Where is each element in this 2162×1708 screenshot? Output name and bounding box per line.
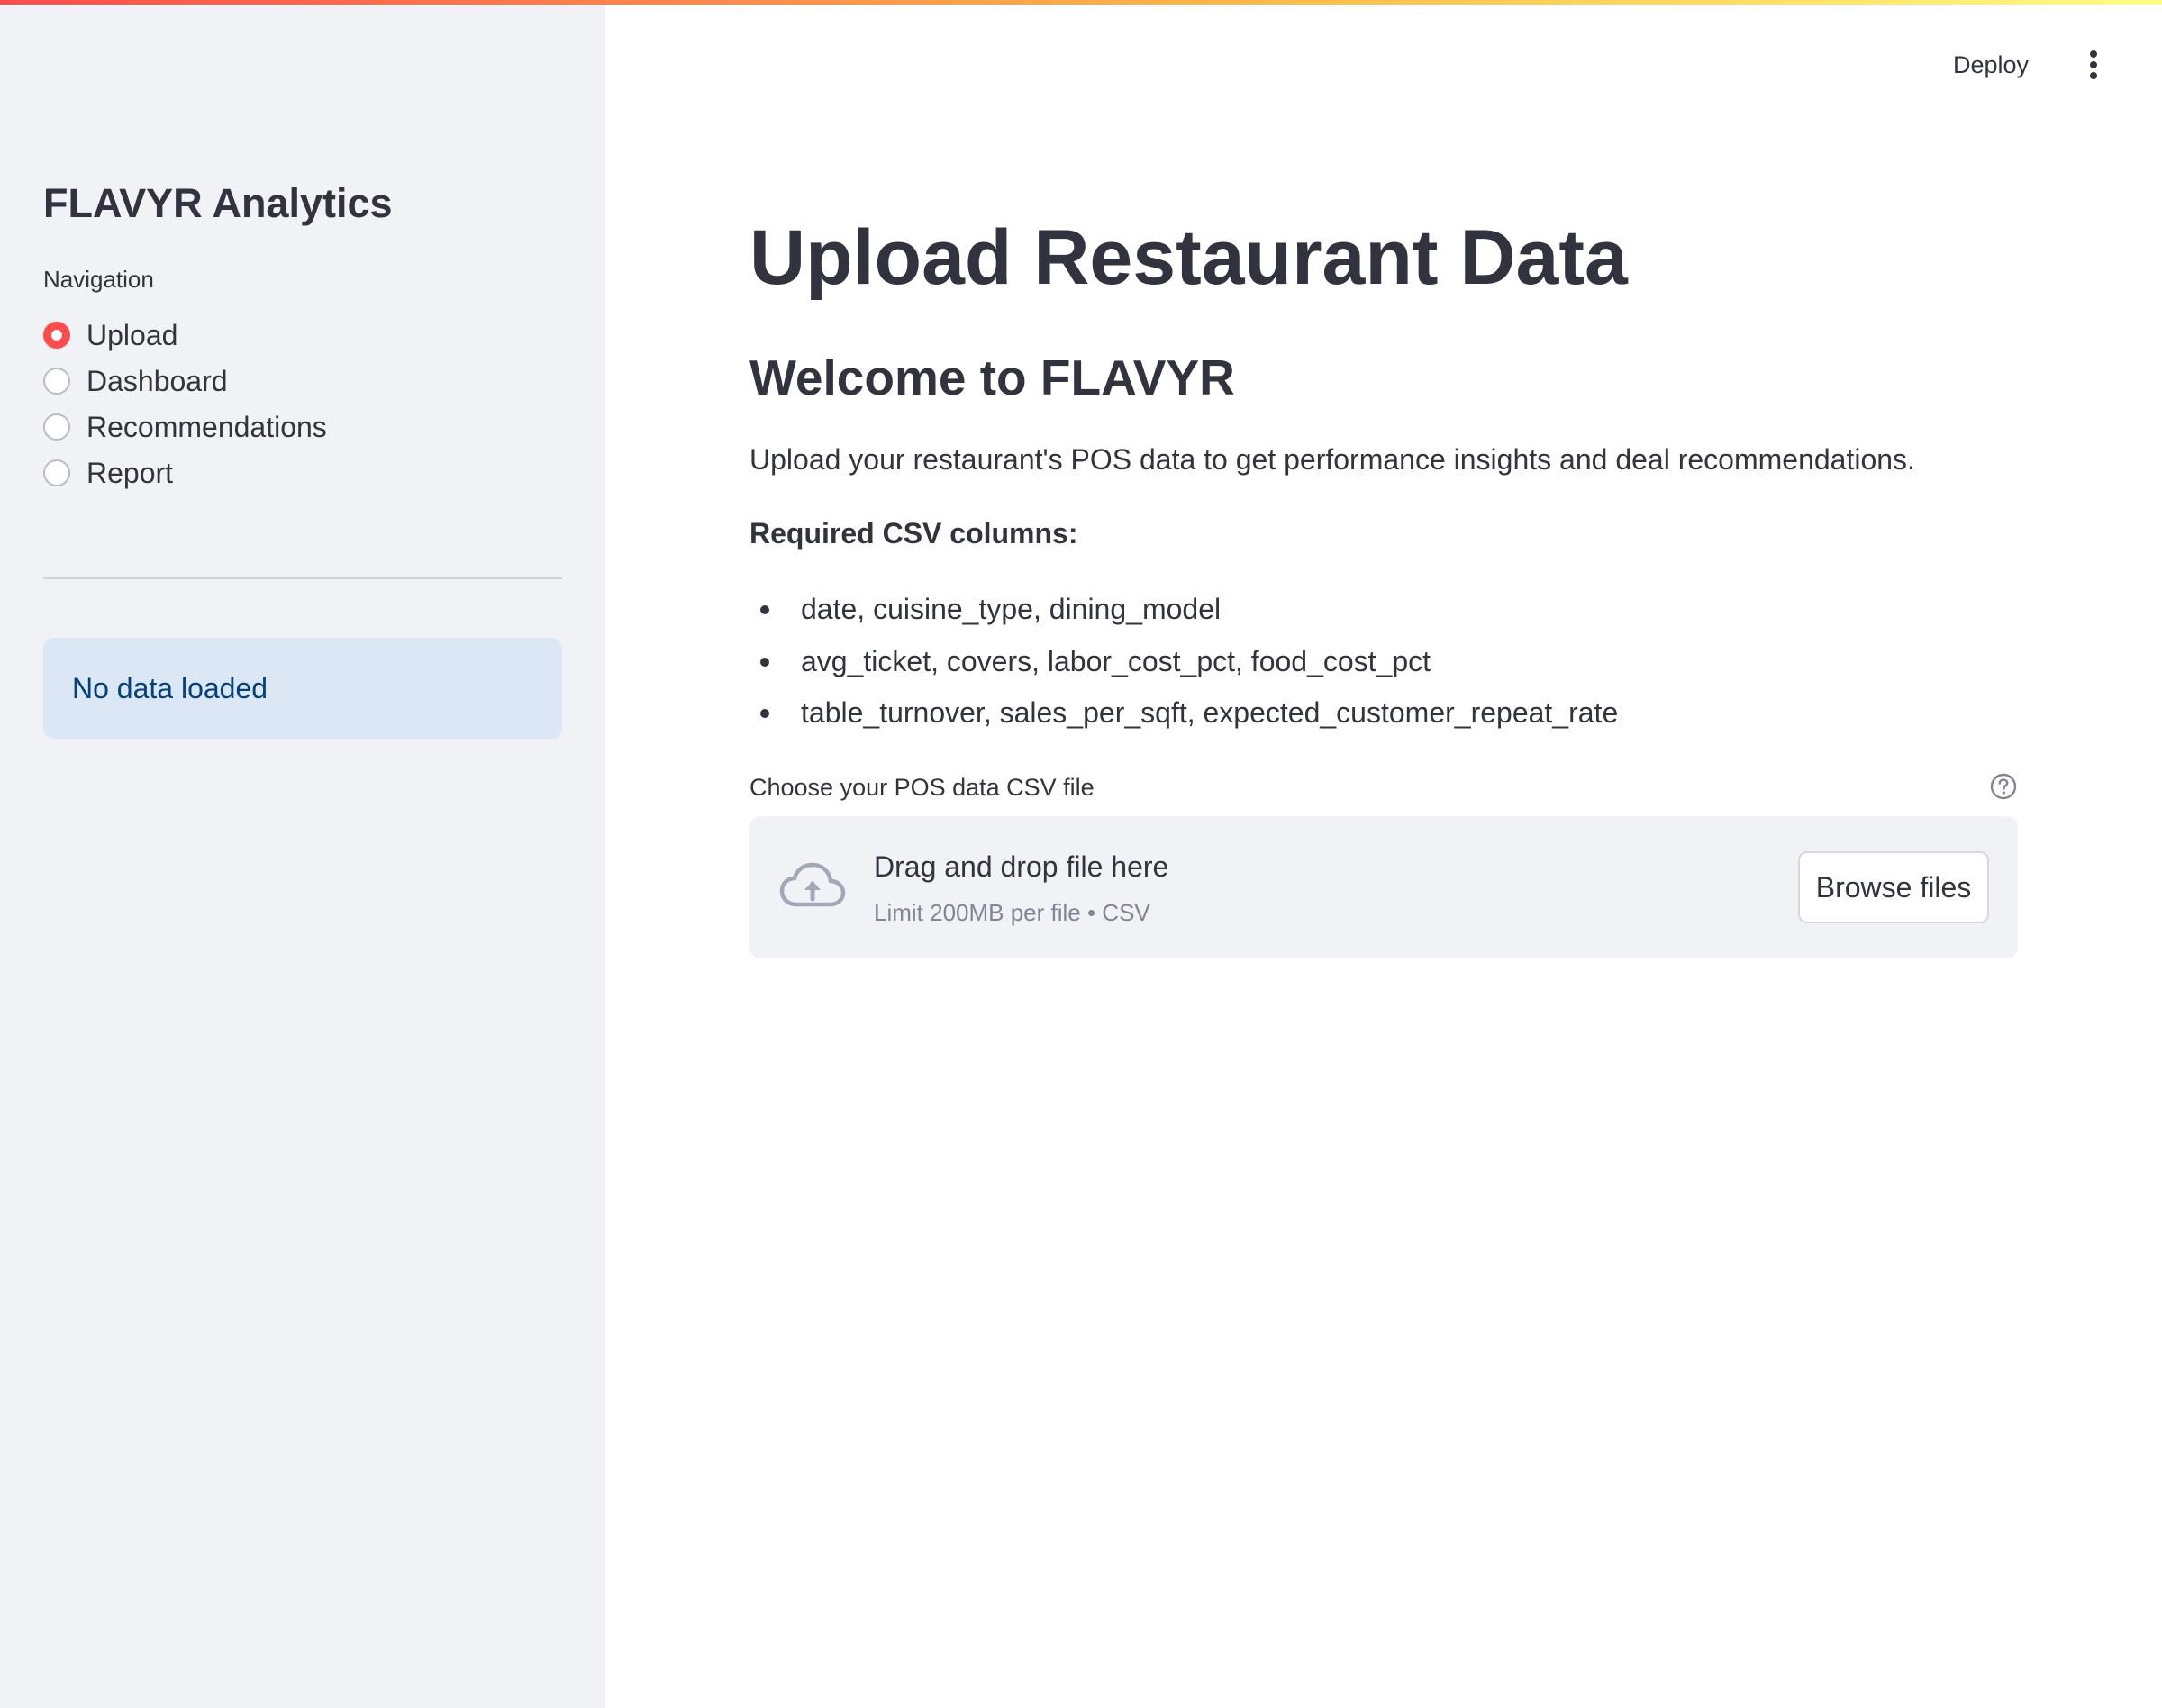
deploy-button[interactable]: Deploy [1953,47,2029,83]
list-item: date, cuisine_type, dining_model [749,589,1618,641]
radio-unselected-icon[interactable] [43,413,70,441]
list-item-text: avg_ticket, covers, labor_cost_pct, food… [801,644,1431,677]
nav-option-label: Upload [86,318,178,351]
radio-unselected-icon[interactable] [43,459,70,486]
bullet-icon [760,709,769,718]
nav-option-upload[interactable]: Upload [43,312,327,358]
bullet-icon [760,605,769,614]
nav-option-label: Recommendations [86,410,327,443]
dropzone-instructions: Drag and drop file here [874,850,1169,883]
required-columns-label: Required CSV columns: [749,517,1078,550]
help-circle-icon[interactable] [1989,772,2018,801]
file-uploader-label: Choose your POS data CSV file [749,774,1095,801]
nav-option-label: Dashboard [86,364,228,397]
list-item: table_turnover, sales_per_sqft, expected… [749,693,1618,745]
file-dropzone[interactable]: Drag and drop file here Limit 200MB per … [749,816,2018,958]
intro-text: Upload your restaurant's POS data to get… [749,443,1915,476]
sidebar-title: FLAVYR Analytics [43,180,393,226]
browse-files-button[interactable]: Browse files [1798,851,1989,923]
dropzone-file-limit: Limit 200MB per file • CSV [874,899,1150,926]
radio-unselected-icon[interactable] [43,367,70,395]
page-title: Upload Restaurant Data [749,214,1628,301]
sidebar: FLAVYR Analytics Navigation Upload Dashb… [0,0,605,1708]
nav-option-report[interactable]: Report [43,450,327,495]
nav-option-label: Report [86,456,174,489]
sidebar-divider [43,577,562,579]
list-item-text: table_turnover, sales_per_sqft, expected… [801,696,1619,729]
cloud-upload-icon [779,862,846,907]
navigation-radio-group: Upload Dashboard Recommendations Report [43,312,327,495]
welcome-heading: Welcome to FLAVYR [749,350,1235,405]
nav-option-recommendations[interactable]: Recommendations [43,404,327,450]
required-columns-list: date, cuisine_type, dining_model avg_tic… [749,589,1618,745]
header-decoration-bar [0,0,2162,5]
status-info-box: No data loaded [43,638,562,739]
navigation-label: Navigation [43,266,154,293]
list-item: avg_ticket, covers, labor_cost_pct, food… [749,641,1618,694]
status-message: No data loaded [72,671,268,704]
kebab-menu-icon[interactable] [2083,47,2104,83]
list-item-text: date, cuisine_type, dining_model [801,593,1222,625]
nav-option-dashboard[interactable]: Dashboard [43,358,327,404]
radio-selected-icon[interactable] [43,321,70,349]
bullet-icon [760,657,769,667]
